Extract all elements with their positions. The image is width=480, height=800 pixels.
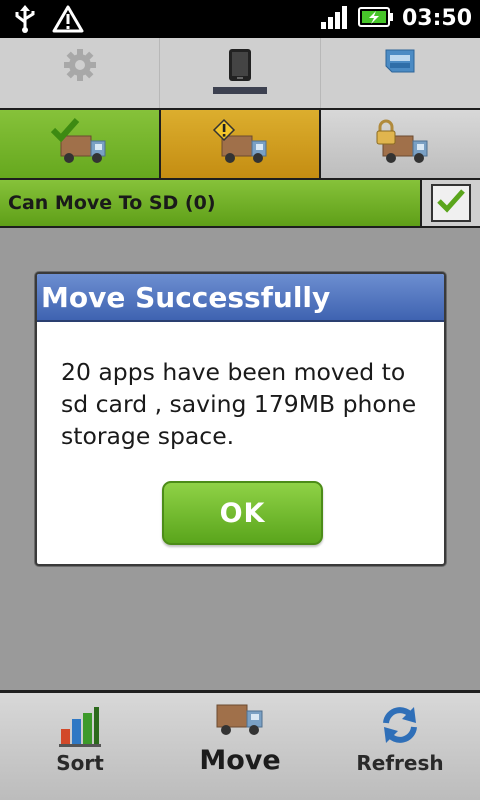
move-label: Move — [199, 745, 281, 776]
clock: 03:50 — [401, 6, 472, 31]
phone-icon — [228, 48, 252, 86]
refresh-icon — [378, 703, 422, 751]
move-button[interactable]: Move — [160, 693, 320, 800]
tab-sd-card[interactable] — [319, 38, 480, 108]
truck-check-icon — [49, 118, 109, 170]
select-all-checkbox[interactable] — [431, 184, 471, 222]
dialog-title-bar: Move Successfully — [37, 274, 444, 322]
can-move-header[interactable]: Can Move To SD (0) — [0, 180, 422, 226]
tab-settings[interactable] — [0, 38, 159, 108]
dialog-message: 20 apps have been moved to sd card , sav… — [61, 358, 417, 450]
warning-icon — [52, 4, 84, 38]
battery-charging-icon — [357, 5, 394, 33]
filter-locked[interactable] — [319, 110, 480, 178]
usb-icon — [12, 4, 38, 38]
list-header: Can Move To SD (0) — [0, 180, 480, 228]
signal-icon — [320, 4, 350, 34]
top-tabs — [0, 38, 480, 110]
can-move-label: Can Move To SD (0) — [8, 192, 216, 214]
filter-can-move[interactable] — [0, 110, 159, 178]
truck-warning-icon — [210, 118, 270, 170]
status-bar: 03:50 — [0, 0, 480, 38]
refresh-label: Refresh — [356, 751, 444, 775]
filter-row — [0, 110, 480, 180]
refresh-button[interactable]: Refresh — [320, 693, 480, 800]
checkmark-icon — [436, 188, 466, 218]
select-all-cell — [422, 180, 480, 226]
truck-lock-icon — [371, 118, 431, 170]
selected-tab-indicator — [212, 87, 267, 94]
sort-label: Sort — [56, 751, 104, 775]
truck-icon — [215, 699, 265, 743]
ok-button[interactable]: OK — [162, 481, 323, 545]
gear-icon — [63, 48, 97, 86]
bar-chart-icon — [59, 703, 101, 751]
move-success-dialog: Move Successfully 20 apps have been move… — [35, 272, 446, 566]
micro-sd-card-icon — [384, 48, 416, 78]
bottom-bar: Sort Move Refresh — [0, 690, 480, 800]
sort-button[interactable]: Sort — [0, 693, 160, 800]
ok-button-label: OK — [219, 497, 266, 529]
tab-phone[interactable] — [159, 38, 319, 108]
filter-warning[interactable] — [158, 110, 320, 178]
dialog-title: Move Successfully — [41, 280, 331, 314]
